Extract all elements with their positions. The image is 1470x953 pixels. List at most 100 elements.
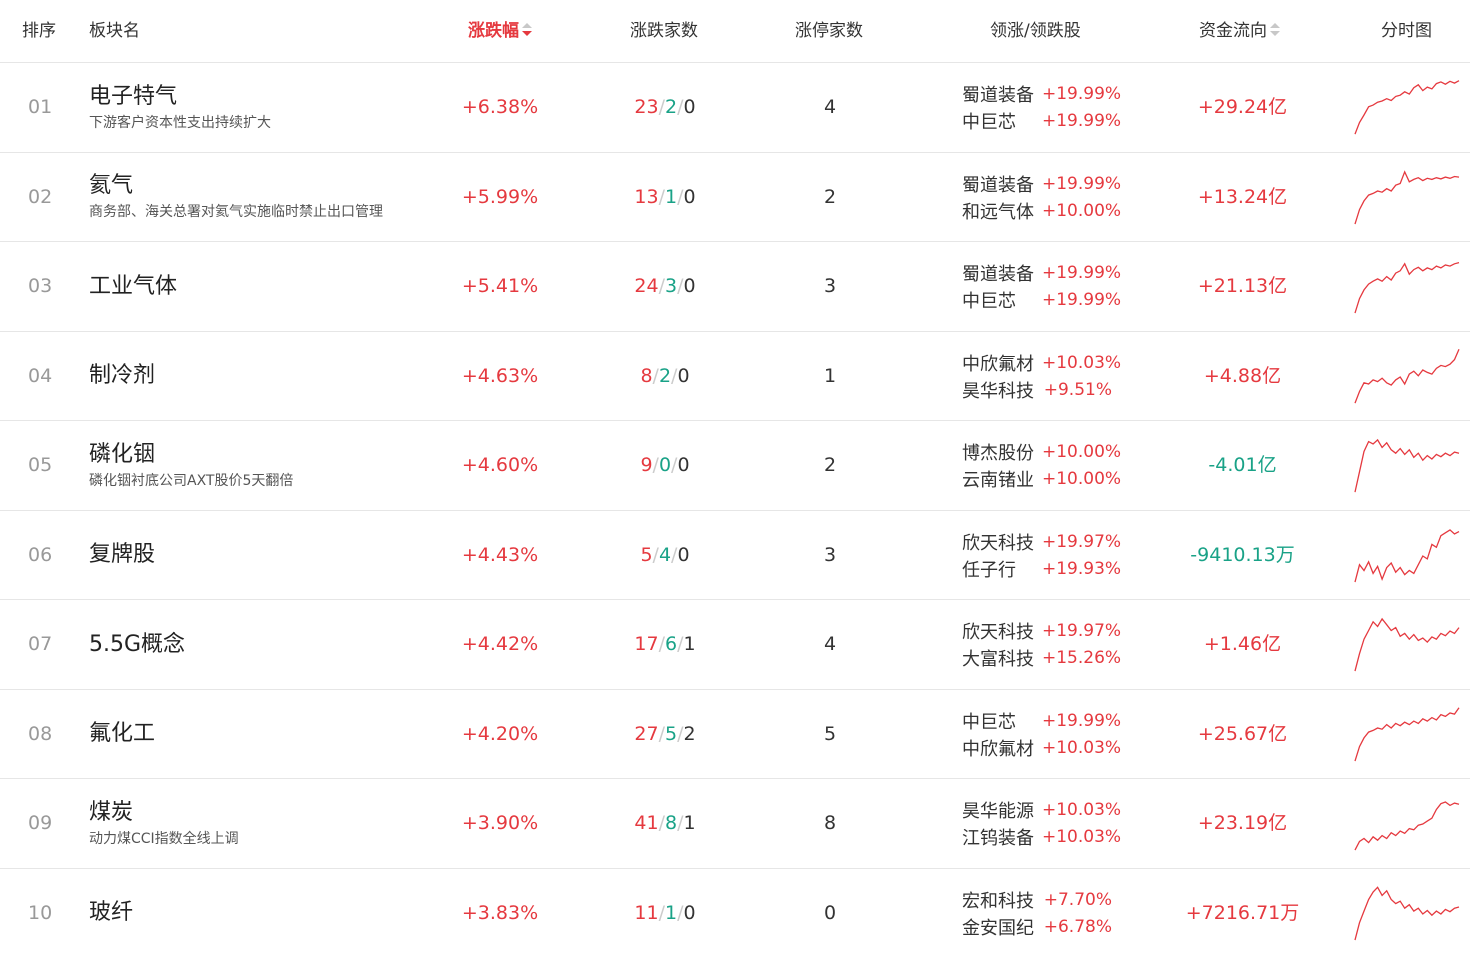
leader-stocks: 博杰股份 +10.00% 云南锗业 +10.00% [962, 421, 1121, 510]
leader-stock-1[interactable]: 博杰股份 +10.00% [962, 439, 1121, 466]
leader-stock-2[interactable]: 中欣氟材 +10.03% [962, 734, 1122, 761]
stock-name-link[interactable]: 欣天科技 [962, 618, 1042, 644]
stock-name-link[interactable]: 云南锗业 [962, 466, 1042, 492]
leader-stock-2[interactable]: 和远气体 +10.00% [962, 197, 1121, 224]
sector-name-cell[interactable]: 煤炭 动力煤CCI指数全线上调 [89, 779, 239, 868]
table-row[interactable]: 10 玻纤 +3.83% 11/1/0 0 宏和科技 +7.70% 金安国纪 +… [0, 869, 1470, 953]
up-down-counts: 11/1/0 [600, 869, 730, 953]
table-row[interactable]: 09 煤炭 动力煤CCI指数全线上调 +3.90% 41/8/1 8 昊华能源 … [0, 779, 1470, 869]
intraday-sparkline[interactable] [1354, 523, 1460, 589]
stock-name-link[interactable]: 中巨芯 [962, 287, 1042, 313]
sector-name-link[interactable]: 制冷剂 [89, 362, 155, 390]
sector-name-cell[interactable]: 工业气体 [89, 242, 177, 331]
sparkline-svg [1354, 80, 1460, 135]
stock-name-link[interactable]: 昊华能源 [962, 797, 1042, 823]
table-row[interactable]: 05 磷化铟 磷化铟衬底公司AXT股价5天翻倍 +4.60% 9/0/0 2 博… [0, 421, 1470, 511]
sector-name-cell[interactable]: 复牌股 [89, 511, 155, 600]
sector-news-link[interactable]: 动力煤CCI指数全线上调 [89, 829, 239, 849]
sector-name-link[interactable]: 5.5G概念 [89, 631, 185, 659]
leader-stock-2[interactable]: 中巨芯 +19.99% [962, 287, 1121, 314]
intraday-sparkline[interactable] [1354, 75, 1460, 141]
sector-news-link[interactable]: 磷化铟衬底公司AXT股价5天翻倍 [89, 471, 293, 491]
stock-change: +10.03% [1042, 737, 1122, 758]
stock-name-link[interactable]: 任子行 [962, 556, 1042, 582]
fund-flow: +23.19亿 [1197, 812, 1288, 834]
stock-name-link[interactable]: 欣天科技 [962, 529, 1042, 555]
fund-flow: +1.46亿 [1203, 633, 1282, 655]
table-row[interactable]: 08 氟化工 +4.20% 27/5/2 5 中巨芯 +19.99% 中欣氟材 … [0, 690, 1470, 779]
leader-stock-2[interactable]: 江钨装备 +10.03% [962, 824, 1121, 851]
header-change[interactable]: 涨跌幅 [468, 0, 532, 63]
sector-name-link[interactable]: 煤炭 [89, 799, 239, 827]
stock-name-link[interactable]: 江钨装备 [962, 824, 1042, 850]
sector-name-cell[interactable]: 氦气 商务部、海关总署对氦气实施临时禁止出口管理 [89, 153, 383, 242]
sector-news-link[interactable]: 商务部、海关总署对氦气实施临时禁止出口管理 [89, 202, 383, 222]
intraday-sparkline[interactable] [1354, 881, 1460, 947]
sector-news-link[interactable]: 下游客户资本性支出持续扩大 [89, 113, 271, 133]
stock-change: +19.99% [1042, 173, 1122, 194]
table-row[interactable]: 07 5.5G概念 +4.42% 17/6/1 4 欣天科技 +19.97% 大… [0, 600, 1470, 690]
leader-stock-1[interactable]: 中欣氟材 +10.03% [962, 349, 1121, 376]
table-row[interactable]: 06 复牌股 +4.43% 5/4/0 3 欣天科技 +19.97% 任子行 +… [0, 511, 1470, 600]
intraday-sparkline[interactable] [1354, 165, 1460, 231]
stock-name-link[interactable]: 中巨芯 [962, 708, 1042, 734]
header-rank[interactable]: 排序 [22, 0, 56, 63]
leader-stock-1[interactable]: 欣天科技 +19.97% [962, 528, 1121, 555]
leader-stock-2[interactable]: 昊华科技 +9.51% [962, 376, 1112, 403]
sector-name-link[interactable]: 电子特气 [89, 83, 271, 111]
stock-name-link[interactable]: 中欣氟材 [962, 350, 1042, 376]
sector-name-link[interactable]: 玻纤 [89, 899, 133, 927]
leader-stock-2[interactable]: 金安国纪 +6.78% [962, 913, 1112, 940]
table-row[interactable]: 02 氦气 商务部、海关总署对氦气实施临时禁止出口管理 +5.99% 13/1/… [0, 153, 1470, 242]
header-leaders: 领涨/领跌股 [990, 21, 1081, 41]
table-row[interactable]: 04 制冷剂 +4.63% 8/2/0 1 中欣氟材 +10.03% 昊华科技 … [0, 332, 1470, 421]
sort-icon[interactable] [1270, 22, 1280, 37]
sector-name-cell[interactable]: 玻纤 [89, 869, 133, 953]
sector-name-cell[interactable]: 氟化工 [89, 690, 155, 779]
sector-name-link[interactable]: 氟化工 [89, 720, 155, 748]
sector-name-cell[interactable]: 磷化铟 磷化铟衬底公司AXT股价5天翻倍 [89, 421, 293, 510]
fund-flow: +7216.71万 [1185, 901, 1300, 924]
leader-stock-1[interactable]: 昊华能源 +10.03% [962, 797, 1121, 824]
leader-stock-1[interactable]: 宏和科技 +7.70% [962, 886, 1112, 913]
stock-name-link[interactable]: 宏和科技 [962, 887, 1042, 913]
stock-name-link[interactable]: 大富科技 [962, 645, 1042, 671]
leader-stock-1[interactable]: 蜀道装备 +19.99% [962, 170, 1122, 197]
leader-stock-2[interactable]: 云南锗业 +10.00% [962, 466, 1121, 493]
leader-stock-1[interactable]: 欣天科技 +19.97% [962, 618, 1121, 645]
leader-stock-1[interactable]: 蜀道装备 +19.99% [962, 260, 1121, 287]
stock-name-link[interactable]: 中欣氟材 [962, 735, 1042, 761]
leader-stock-2[interactable]: 中巨芯 +19.99% [962, 108, 1121, 135]
stock-name-link[interactable]: 博杰股份 [962, 439, 1042, 465]
stock-name-link[interactable]: 蜀道装备 [962, 260, 1042, 286]
sort-desc-icon[interactable] [522, 22, 532, 37]
leader-stock-1[interactable]: 中巨芯 +19.99% [962, 707, 1121, 734]
stock-name-link[interactable]: 中巨芯 [962, 108, 1042, 134]
sector-name-link[interactable]: 磷化铟 [89, 441, 293, 469]
intraday-sparkline[interactable] [1354, 791, 1460, 857]
stock-name-link[interactable]: 蜀道装备 [962, 171, 1042, 197]
stock-name-link[interactable]: 昊华科技 [962, 377, 1042, 403]
leader-stock-2[interactable]: 大富科技 +15.26% [962, 645, 1121, 672]
intraday-sparkline[interactable] [1354, 702, 1460, 768]
sector-name-cell[interactable]: 制冷剂 [89, 332, 155, 421]
stock-name-link[interactable]: 蜀道装备 [962, 81, 1042, 107]
limit-up-count: 4 [823, 96, 837, 118]
leader-stock-1[interactable]: 蜀道装备 +19.99% [962, 81, 1121, 108]
table-row[interactable]: 03 工业气体 +5.41% 24/3/0 3 蜀道装备 +19.99% 中巨芯… [0, 242, 1470, 332]
intraday-sparkline[interactable] [1354, 344, 1460, 410]
table-row[interactable]: 01 电子特气 下游客户资本性支出持续扩大 +6.38% 23/2/0 4 蜀道… [0, 63, 1470, 153]
sector-name-cell[interactable]: 电子特气 下游客户资本性支出持续扩大 [89, 63, 271, 152]
flat-count: 0 [683, 96, 696, 118]
header-fund-flow[interactable]: 资金流向 [1199, 0, 1280, 63]
sector-name-link[interactable]: 氦气 [89, 172, 383, 200]
stock-name-link[interactable]: 金安国纪 [962, 914, 1042, 940]
sector-name-link[interactable]: 复牌股 [89, 541, 155, 569]
stock-name-link[interactable]: 和远气体 [962, 198, 1042, 224]
leader-stock-2[interactable]: 任子行 +19.93% [962, 555, 1121, 582]
intraday-sparkline[interactable] [1354, 612, 1460, 678]
intraday-sparkline[interactable] [1354, 433, 1460, 499]
intraday-sparkline[interactable] [1354, 254, 1460, 320]
sector-name-link[interactable]: 工业气体 [89, 273, 177, 301]
sector-name-cell[interactable]: 5.5G概念 [89, 600, 185, 689]
